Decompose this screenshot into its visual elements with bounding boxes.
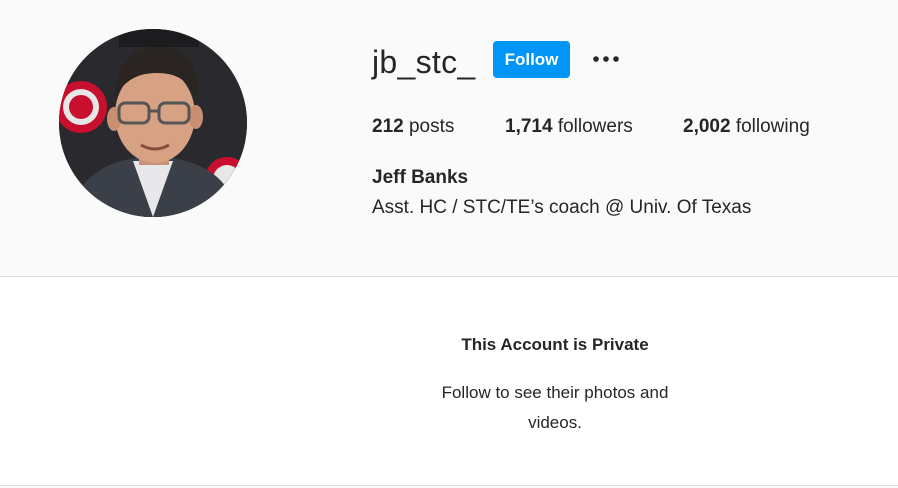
full-name: Jeff Banks bbox=[372, 167, 469, 188]
following-count: 2,002 bbox=[683, 116, 731, 137]
profile-header: jb_stc_ Follow 212 posts 1,714 followers… bbox=[0, 0, 898, 277]
username: jb_stc_ bbox=[372, 44, 476, 80]
posts-label: posts bbox=[408, 116, 455, 137]
bio: Asst. HC / STC/TE’s coach @ Univ. Of Tex… bbox=[372, 197, 752, 218]
followers-count: 1,714 bbox=[505, 116, 553, 137]
private-account-title: This Account is Private bbox=[461, 335, 649, 354]
posts-count: 212 bbox=[372, 116, 404, 137]
private-account-description: Follow to see their photos and videos. bbox=[441, 383, 669, 432]
following-label: following bbox=[735, 116, 810, 137]
posts-stat: 212 posts bbox=[372, 114, 454, 140]
follow-button[interactable]: Follow bbox=[493, 41, 570, 78]
ellipsis-icon bbox=[593, 56, 619, 62]
following-stat[interactable]: 2,002 following bbox=[683, 114, 810, 140]
private-account-panel: This Account is Private Follow to see th… bbox=[0, 277, 898, 486]
profile-photo bbox=[59, 29, 247, 217]
more-options-button[interactable] bbox=[590, 48, 622, 70]
followers-stat[interactable]: 1,714 followers bbox=[505, 114, 633, 140]
avatar[interactable] bbox=[59, 29, 247, 217]
followers-label: followers bbox=[557, 116, 633, 137]
